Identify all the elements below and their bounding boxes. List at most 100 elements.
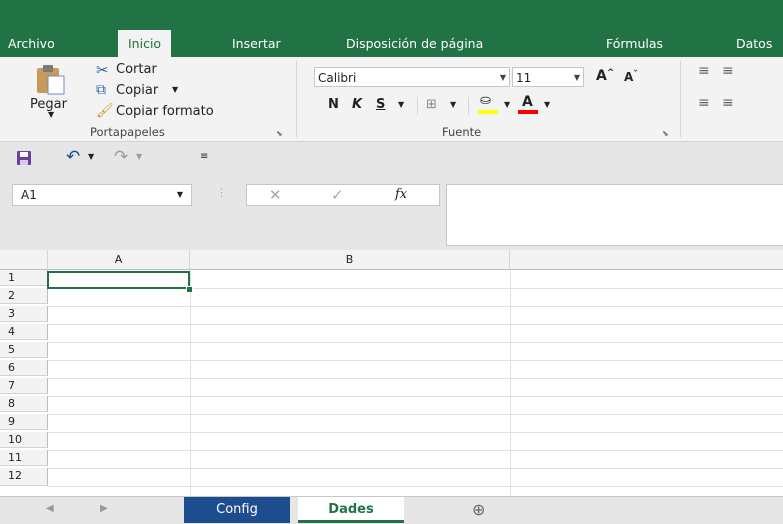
font-name-select[interactable]: Calibri ▼ — [314, 67, 510, 87]
ribbon: Pegar ▼ ✂ Cortar ⧉ Copiar ▼ 🖌 Copiar for… — [0, 57, 783, 142]
chevron-down-icon: ▼ — [573, 73, 580, 82]
increase-font-size-button[interactable]: A^ — [596, 68, 614, 84]
column-header-a[interactable]: A — [48, 250, 190, 270]
row-header[interactable]: 9 — [0, 414, 48, 430]
underline-dropdown-icon[interactable]: ▼ — [398, 100, 404, 109]
redo-dropdown-icon[interactable]: ▼ — [136, 152, 142, 161]
align-center-icon[interactable]: ≡ — [722, 95, 734, 111]
row-header[interactable]: 1 — [0, 270, 48, 286]
row-header[interactable]: 11 — [0, 450, 48, 466]
fill-dropdown-icon[interactable]: ▼ — [504, 100, 510, 109]
borders-dropdown-icon[interactable]: ▼ — [450, 100, 456, 109]
paste-button[interactable]: Pegar ▼ — [24, 61, 74, 119]
bold-button[interactable]: N — [328, 97, 339, 112]
font-name-value: Calibri — [318, 71, 357, 85]
cut-label: Cortar — [116, 62, 157, 77]
fill-color-swatch — [478, 110, 498, 114]
row-gridline — [48, 414, 783, 415]
clipboard-group-label: Portapapeles — [90, 125, 165, 139]
copy-dropdown-icon[interactable]: ▼ — [172, 85, 178, 94]
paint-bucket-icon: ⛀ — [480, 93, 491, 108]
selected-cell-a1[interactable] — [47, 271, 190, 289]
row-gridline — [48, 360, 783, 361]
column-gridline — [510, 270, 511, 496]
tab-inicio[interactable]: Inicio — [118, 30, 172, 57]
scroll-right-icon[interactable]: ▶ — [100, 503, 108, 514]
tab-insertar[interactable]: Insertar — [232, 30, 281, 57]
column-header-c[interactable] — [510, 250, 783, 270]
font-color-icon: A — [522, 94, 533, 110]
scissors-icon: ✂ — [96, 61, 109, 79]
row-header[interactable]: 8 — [0, 396, 48, 412]
row-header[interactable]: 12 — [0, 468, 48, 486]
row-gridline — [48, 432, 783, 433]
sheet-tab-config[interactable]: Config — [184, 497, 290, 523]
align-left-icon[interactable]: ≡ — [698, 95, 710, 111]
fill-handle[interactable] — [186, 286, 193, 293]
group-separator — [296, 61, 297, 137]
paste-dropdown-icon[interactable]: ▼ — [48, 110, 54, 119]
decrease-font-size-button[interactable]: Aˇ — [624, 70, 638, 84]
tab-datos[interactable]: Datos — [736, 30, 772, 57]
enter-icon[interactable]: ✓ — [331, 186, 344, 204]
undo-icon[interactable]: ↶ — [66, 147, 80, 167]
row-header[interactable]: 4 — [0, 324, 48, 340]
name-box-value: A1 — [21, 188, 37, 202]
copy-button[interactable]: ⧉ Copiar ▼ — [96, 82, 206, 100]
chevron-down-icon: ▼ — [499, 73, 506, 82]
row-gridline — [48, 486, 783, 487]
add-sheet-button[interactable]: ⊕ — [472, 500, 485, 519]
fill-color-button[interactable]: ⛀ — [478, 93, 500, 115]
align-top-icon[interactable]: ≡ — [698, 63, 710, 79]
formula-input[interactable] — [446, 184, 783, 246]
row-header[interactable]: 5 — [0, 342, 48, 358]
format-painter-button[interactable]: 🖌 Copiar formato — [96, 103, 286, 121]
customize-toolbar-icon[interactable]: ≡ — [200, 151, 208, 162]
insert-function-button[interactable]: fx — [395, 187, 407, 202]
row-header[interactable]: 7 — [0, 378, 48, 394]
align-middle-icon[interactable]: ≡ — [722, 63, 734, 79]
select-all-corner[interactable] — [0, 250, 48, 270]
clipboard-launcher-icon[interactable]: ⬊ — [276, 129, 283, 138]
grip-icon: ⋮ — [216, 186, 227, 199]
cancel-icon[interactable]: ✕ — [269, 186, 282, 204]
column-header-b[interactable]: B — [190, 250, 510, 270]
italic-button[interactable]: K — [352, 97, 362, 112]
undo-dropdown-icon[interactable]: ▼ — [88, 152, 94, 161]
font-size-value: 11 — [516, 71, 532, 85]
row-gridline — [48, 324, 783, 325]
title-bar — [0, 0, 783, 30]
group-separator — [680, 61, 681, 137]
font-size-select[interactable]: 11 ▼ — [512, 67, 584, 87]
tab-archivo[interactable]: Archivo — [8, 30, 55, 57]
formula-buttons: ✕ ✓ fx — [246, 184, 440, 206]
cut-button[interactable]: ✂ Cortar — [96, 61, 206, 79]
tab-formulas[interactable]: Fórmulas — [606, 30, 663, 57]
borders-icon[interactable]: ⊞ — [426, 97, 437, 112]
row-gridline — [48, 378, 783, 379]
redo-icon[interactable]: ↷ — [114, 147, 128, 167]
chevron-down-icon: ▼ — [176, 190, 183, 199]
font-color-button[interactable]: A — [518, 93, 540, 115]
row-header[interactable]: 3 — [0, 306, 48, 322]
row-gridline — [48, 468, 783, 469]
save-icon[interactable] — [16, 150, 32, 166]
sheet-tab-dades[interactable]: Dades — [298, 497, 404, 523]
font-launcher-icon[interactable]: ⬊ — [662, 129, 669, 138]
font-color-dropdown-icon[interactable]: ▼ — [544, 100, 550, 109]
row-gridline — [48, 396, 783, 397]
column-gridline — [190, 270, 191, 496]
font-group-label: Fuente — [442, 125, 482, 139]
paintbrush-icon: 🖌 — [96, 103, 114, 119]
row-header[interactable]: 10 — [0, 432, 48, 448]
row-header[interactable]: 2 — [0, 288, 48, 304]
row-gridline — [48, 342, 783, 343]
scroll-left-icon[interactable]: ◀ — [46, 503, 54, 514]
underline-button[interactable]: S — [376, 97, 385, 112]
row-header[interactable]: 6 — [0, 360, 48, 376]
copy-icon: ⧉ — [96, 82, 106, 98]
sheet-tab-bar: ◀ ▶ Config Dades ⊕ — [0, 496, 783, 524]
name-box[interactable]: A1 ▼ — [12, 184, 192, 206]
tab-disposicion[interactable]: Disposición de página — [346, 30, 483, 57]
separator — [417, 97, 418, 115]
